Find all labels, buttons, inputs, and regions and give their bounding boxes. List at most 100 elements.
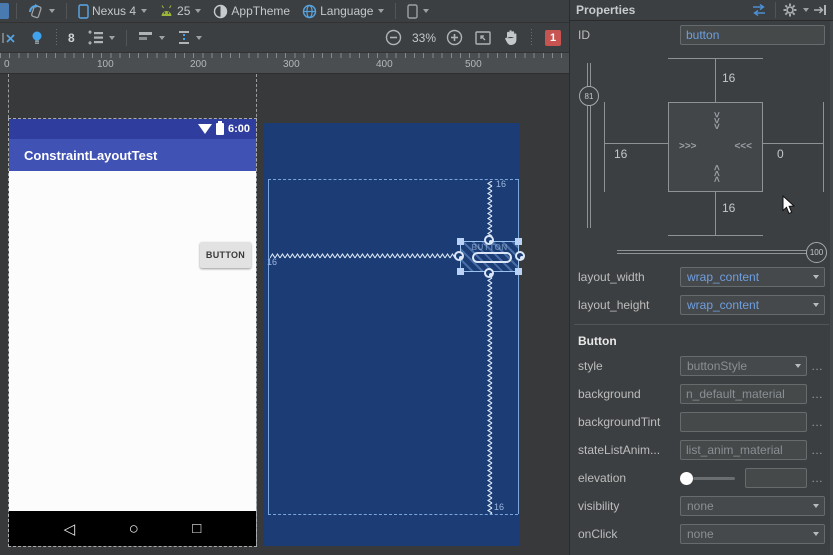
background-tint-more-button[interactable]: … <box>809 415 825 429</box>
resize-handle-ne[interactable] <box>515 238 522 245</box>
style-row: style buttonStyle … <box>570 352 833 380</box>
style-dropdown[interactable]: buttonStyle <box>680 356 807 376</box>
elevation-more-button[interactable]: … <box>809 471 825 485</box>
api-selector[interactable]: 25 <box>155 2 205 20</box>
layout-height-dropdown[interactable]: wrap_content <box>680 295 825 315</box>
design-canvas[interactable]: 6:00 ConstraintLayoutTest BUTTON ◁ ○ □ <box>0 74 569 555</box>
orientation-button[interactable] <box>24 1 59 21</box>
chevron-down-icon <box>159 36 165 40</box>
theme-selector-label: AppTheme <box>231 4 290 18</box>
chevron-down-icon <box>378 9 384 13</box>
switch-view-icon[interactable] <box>750 4 768 16</box>
nav-recent-icon[interactable]: □ <box>192 520 201 537</box>
zoom-out-button[interactable] <box>381 27 406 48</box>
divider <box>395 3 396 19</box>
layout-height-label: layout_height <box>578 298 680 312</box>
margin-label-top: 16 <box>496 179 506 189</box>
device-screen-preview[interactable]: 6:00 ConstraintLayoutTest BUTTON ◁ ○ □ <box>9 119 256 546</box>
elevation-slider-knob[interactable] <box>680 472 693 485</box>
visibility-dropdown[interactable]: none <box>680 496 825 516</box>
wrap-indicator-right-icon: <<< <box>734 141 752 152</box>
background-more-button[interactable]: … <box>809 387 825 401</box>
inspector-margin-right[interactable]: 0 <box>777 147 784 161</box>
constraint-anchor-bottom[interactable] <box>484 268 494 278</box>
elevation-input[interactable] <box>745 468 807 488</box>
nav-home-icon[interactable]: ○ <box>129 519 139 539</box>
vertical-bias-knob[interactable]: 81 <box>579 86 599 106</box>
state-list-animator-more-button[interactable]: … <box>809 443 825 457</box>
margin-line-right[interactable] <box>763 143 823 144</box>
preview-button[interactable]: BUTTON <box>200 242 251 268</box>
chevron-down-icon <box>423 9 429 13</box>
properties-header: Properties <box>570 0 833 21</box>
status-bar: 6:00 <box>9 119 256 139</box>
properties-title: Properties <box>576 3 635 17</box>
constraint-spring-bottom <box>485 273 495 514</box>
inspector-margin-left[interactable]: 16 <box>614 147 627 161</box>
guideline-button[interactable] <box>173 28 206 47</box>
selection-guide-line <box>8 74 9 118</box>
resize-handle-nw[interactable] <box>457 238 464 245</box>
section-title: Button <box>570 330 833 352</box>
onclick-dropdown[interactable]: none <box>680 524 825 544</box>
phone-icon <box>78 4 89 19</box>
zoom-to-fit-icon <box>475 31 491 45</box>
inspector-margin-bottom[interactable]: 16 <box>722 201 735 215</box>
margin-line-bottom[interactable] <box>715 192 716 236</box>
style-more-button[interactable]: … <box>809 359 825 373</box>
resize-handle-se[interactable] <box>515 268 522 275</box>
palette-icon[interactable] <box>0 3 9 19</box>
margin-line-left[interactable] <box>604 143 668 144</box>
elevation-slider[interactable] <box>680 472 745 485</box>
divider <box>55 29 57 47</box>
onclick-label: onClick <box>578 527 680 541</box>
background-input[interactable]: n_default_material <box>680 384 807 404</box>
infer-constraints-button[interactable] <box>26 28 48 48</box>
pack-button[interactable] <box>83 28 119 47</box>
gear-icon[interactable] <box>783 3 797 17</box>
elevation-row: elevation … <box>570 464 833 492</box>
hide-panel-icon[interactable] <box>813 4 827 16</box>
id-label: ID <box>578 28 680 42</box>
chevron-down-icon <box>109 36 115 40</box>
device-selector[interactable]: Nexus 4 <box>74 2 151 21</box>
button-shape-outline <box>472 252 512 263</box>
align-button[interactable] <box>134 29 169 46</box>
state-list-animator-input[interactable]: list_anim_material <box>680 440 807 460</box>
selected-button-widget[interactable]: BUTTON <box>460 241 519 272</box>
zoom-in-icon <box>446 29 463 46</box>
id-input[interactable]: button <box>680 25 825 45</box>
constraintlayout-bound-right <box>518 179 519 514</box>
divider <box>530 29 532 47</box>
properties-panel: Properties <box>570 0 833 555</box>
ruler-label: 0 <box>4 59 10 70</box>
android-icon <box>159 5 174 17</box>
virtual-device-button[interactable] <box>403 2 433 21</box>
api-selector-label: 25 <box>177 4 190 18</box>
inspector-margin-top[interactable]: 16 <box>722 71 735 85</box>
constraint-anchor-top[interactable] <box>484 235 494 245</box>
constraint-anchor-right[interactable] <box>515 251 525 261</box>
constraint-spring-top <box>485 181 495 241</box>
blueprint-view[interactable]: 16 16 16 BUTTON <box>263 123 520 546</box>
language-selector[interactable]: Language <box>298 2 388 21</box>
resize-handle-sw[interactable] <box>457 268 464 275</box>
theme-selector[interactable]: AppTheme <box>209 2 294 21</box>
globe-icon <box>302 4 317 19</box>
constraint-anchor-left[interactable] <box>454 251 464 261</box>
nav-back-icon[interactable]: ◁ <box>64 520 76 538</box>
horizontal-bias-slider[interactable] <box>617 250 817 254</box>
margin-line-top[interactable] <box>715 58 716 102</box>
section-divider <box>574 324 829 325</box>
chevron-down-icon <box>813 275 819 279</box>
horizontal-bias-knob[interactable]: 100 <box>806 242 827 263</box>
pan-button[interactable] <box>499 27 523 48</box>
inspector-widget-box[interactable]: >>> <<< >>> <<< <box>668 102 763 192</box>
layout-width-dropdown[interactable]: wrap_content <box>680 267 825 287</box>
default-margin-button[interactable]: 8 <box>64 29 79 47</box>
zoom-in-button[interactable] <box>442 27 467 48</box>
error-count-badge[interactable]: 1 <box>545 30 561 46</box>
clear-constraints-button[interactable] <box>2 28 22 48</box>
zoom-to-fit-button[interactable] <box>471 29 495 47</box>
background-tint-input[interactable] <box>680 412 807 432</box>
